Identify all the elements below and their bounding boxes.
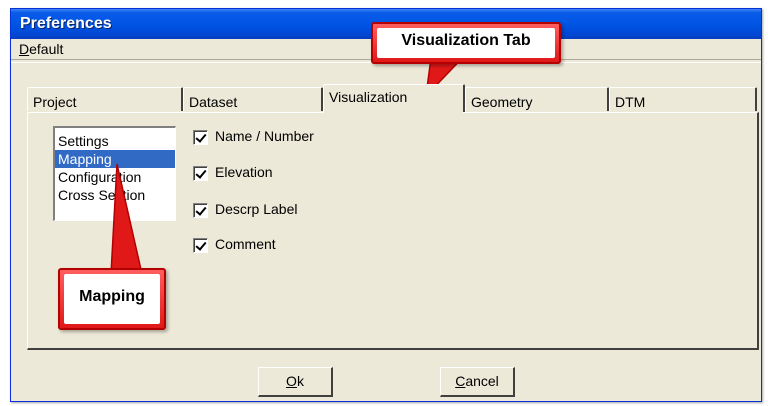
descrp-label-label: Descrp Label [215,201,298,217]
list-item-configuration[interactable]: Configuration [55,168,175,186]
cancel-button[interactable]: Cancel [440,367,515,397]
visualization-tab-callout: Visualization Tab [371,22,561,64]
list-item-mapping[interactable]: Mapping [55,150,175,168]
tab-geometry-label: Geometry [471,94,533,110]
list-item-settings[interactable]: Settings [55,132,175,150]
ok-button[interactable]: Ok [258,367,333,397]
tab-dtm[interactable]: DTM [609,87,757,111]
descrp-label-checkbox[interactable] [193,203,208,218]
category-listbox[interactable]: Settings Mapping Configuration Cross Sec… [53,126,176,221]
tab-strip: Project Dataset Visualization Geometry D… [11,84,761,114]
preferences-dialog: Preferences Default Project Dataset Visu… [10,8,762,402]
tab-dataset[interactable]: Dataset [183,87,323,111]
menu-default-label: efault [29,41,64,57]
tab-visualization[interactable]: Visualization [323,84,465,114]
tab-project-label: Project [33,94,77,110]
cancel-label: ancel [465,373,499,389]
ok-mnemonic: O [286,373,297,389]
window-title: Preferences [20,15,112,32]
elevation-checkbox[interactable] [193,166,208,181]
cancel-mnemonic: C [455,373,466,389]
tab-project[interactable]: Project [27,87,183,111]
comment-label: Comment [215,236,276,252]
elevation-label: Elevation [215,164,273,180]
tab-dtm-label: DTM [615,94,646,110]
mapping-callout: Mapping [58,268,166,330]
visualization-tab-callout-text: Visualization Tab [377,28,555,58]
mapping-callout-text: Mapping [64,274,160,324]
menu-default[interactable]: Default [19,41,63,57]
name-number-label: Name / Number [215,128,314,144]
tab-dataset-label: Dataset [189,94,238,110]
tab-geometry[interactable]: Geometry [465,87,609,111]
name-number-checkbox[interactable] [193,130,208,145]
ok-label: k [296,373,304,389]
list-item-cross-section[interactable]: Cross Section [55,186,175,204]
comment-checkbox[interactable] [193,238,208,253]
tab-visualization-label: Visualization [329,89,408,105]
menu-default-mnemonic: D [19,41,30,57]
